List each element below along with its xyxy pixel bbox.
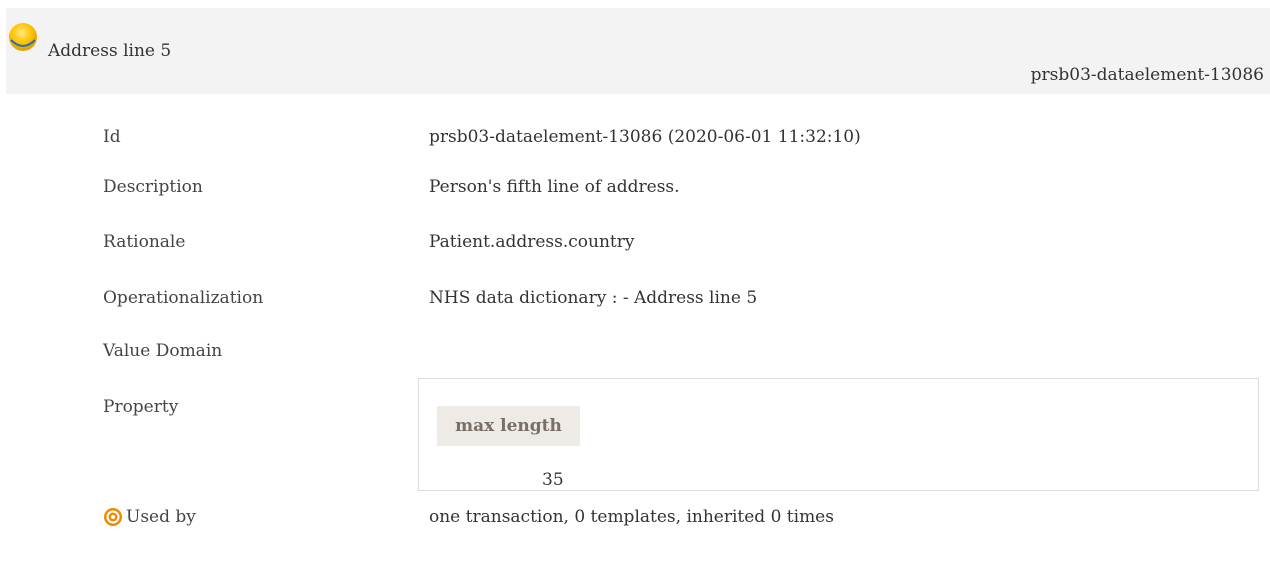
id-value: prsb03-dataelement-13086 (2020-06-01 11:…	[429, 127, 861, 147]
item-title: Address line 5	[48, 41, 172, 61]
description-value: Person's fifth line of address.	[429, 177, 680, 197]
description-label: Description	[103, 177, 203, 197]
operationalization-value: NHS data dictionary : - Address line 5	[429, 288, 758, 308]
value-domain-label: Value Domain	[103, 341, 223, 361]
max-length-value: 35	[542, 470, 564, 490]
target-icon	[104, 508, 122, 526]
operationalization-label: Operationalization	[103, 288, 264, 308]
id-label: Id	[103, 127, 121, 147]
item-header: Address line 5 prsb03-dataelement-13086	[6, 8, 1270, 94]
property-table: max length 35	[418, 378, 1259, 491]
max-length-header: max length	[437, 406, 580, 446]
rationale-label: Rationale	[103, 232, 186, 252]
property-label: Property	[103, 397, 179, 417]
used-by-label: Used by	[126, 507, 196, 527]
used-by-value[interactable]: one transaction, 0 templates, inherited …	[429, 506, 834, 528]
status-dot-icon	[9, 23, 37, 51]
rationale-value: Patient.address.country	[429, 232, 635, 252]
item-id-label: prsb03-dataelement-13086	[1030, 65, 1264, 85]
